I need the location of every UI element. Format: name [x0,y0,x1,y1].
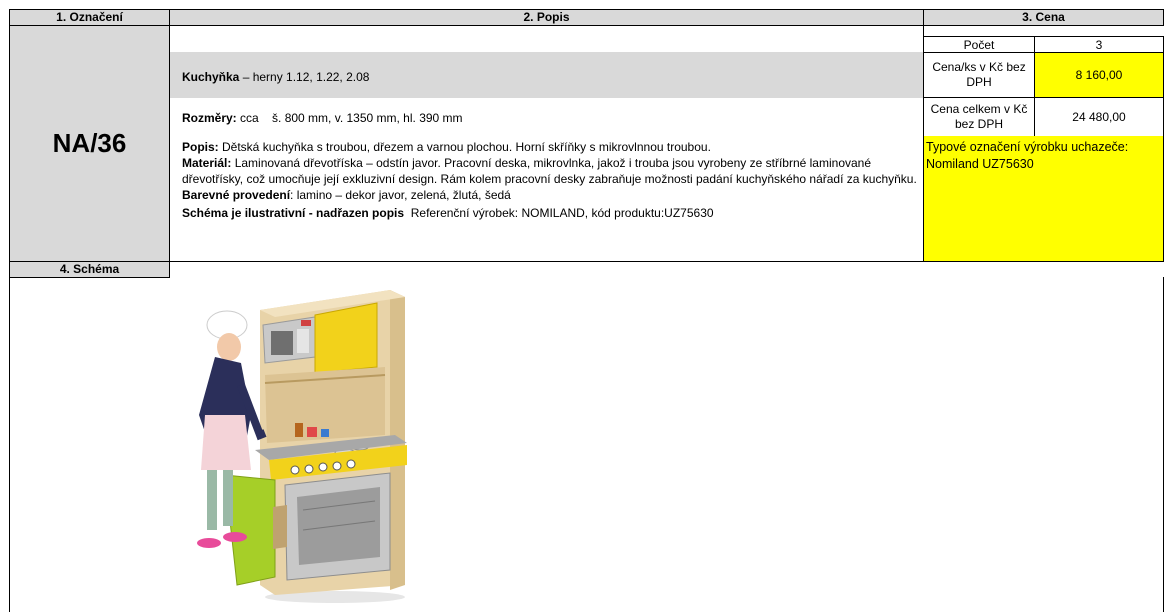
kitchen-illustration [197,290,407,603]
item-code: NA/36 [9,25,170,262]
header-oznaceni: 1. Označení [9,9,170,26]
barevne-value: : lamino – dekor javor, zelená, žlutá, š… [290,188,511,202]
schema-note-label: Schéma je ilustrativní - nadřazen popis [182,206,405,220]
schema-line: Schéma je ilustrativní - nadřazen popis … [182,205,918,221]
description-text: Popis: Dětská kuchyňka s troubou, dřezem… [182,139,918,221]
material-value: Laminovaná dřevotříska – odstín javor. P… [182,156,917,186]
popis-line: Popis: Dětská kuchyňka s troubou, dřezem… [182,139,918,155]
product-type-label: Typové označení výrobku uchazeče: [926,140,1129,154]
dimensions: Rozměry: cca š. 800 mm, v. 1350 mm, hl. … [182,111,912,125]
schema-right-border [1163,277,1164,612]
item-name-label: Kuchyňka [182,70,240,84]
popis-value: Dětská kuchyňka s troubou, dřezem a varn… [218,140,711,154]
item-name: Kuchyňka – herny 1.12, 1.22, 2.08 [182,70,912,84]
count-label: Počet [923,36,1035,53]
schema-note-value: Referenční výrobek: NOMILAND, kód produk… [404,206,714,220]
count-value: 3 [1034,36,1164,53]
dimensions-value: cca š. 800 mm, v. 1350 mm, hl. 390 mm [236,111,463,125]
header-popis: 2. Popis [169,9,924,26]
unit-price-label: Cena/ks v Kč bez DPH [923,52,1035,98]
total-price-value: 24 480,00 [1034,97,1164,137]
dimensions-label: Rozměry: [182,111,237,125]
barevne-line: Barevné provedení: lamino – dekor javor,… [182,187,918,203]
product-type-cell: Typové označení výrobku uchazeče: Nomila… [923,136,1164,262]
material-line: Materiál: Laminovaná dřevotříska – odstí… [182,155,918,187]
total-price-label: Cena celkem v Kč bez DPH [923,97,1035,137]
header-schema: 4. Schéma [9,261,170,278]
unit-price-value: 8 160,00 [1034,52,1164,98]
schema-left-border [9,277,10,612]
barevne-label: Barevné provedení [182,188,291,202]
product-type-value: Nomiland UZ75630 [926,157,1034,171]
popis-label: Popis: [182,140,219,154]
material-label: Materiál: [182,156,232,170]
header-cena: 3. Cena [923,9,1164,26]
item-name-rest: – herny 1.12, 1.22, 2.08 [239,70,370,84]
